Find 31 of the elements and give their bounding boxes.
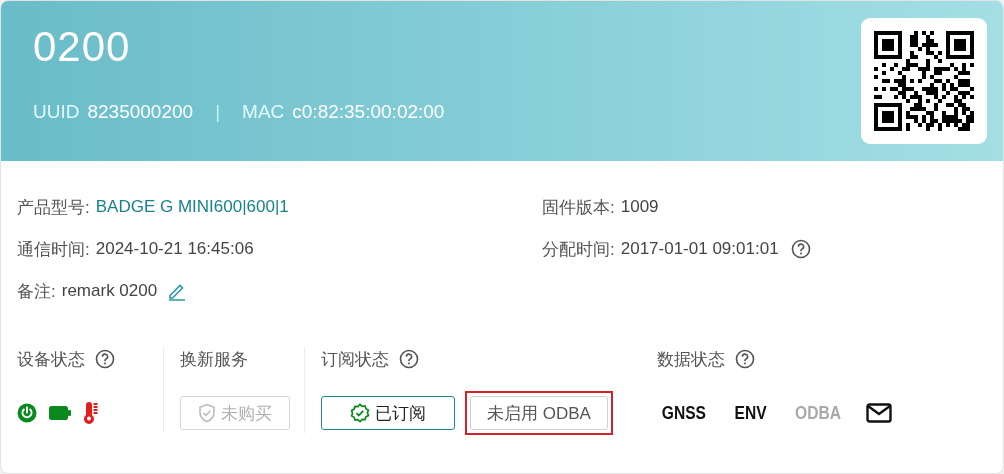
field-label: 固件版本:: [542, 196, 615, 219]
field-label: 通信时间:: [17, 238, 90, 261]
help-icon[interactable]: [95, 349, 115, 369]
help-icon[interactable]: [735, 349, 755, 369]
status-button[interactable]: 未启用 ODBA: [470, 396, 608, 430]
field-label: 备注:: [17, 280, 56, 303]
mac-value: c0:82:35:00:02:00: [292, 101, 445, 123]
data-label: GNSS: [661, 402, 706, 424]
field-value: remark 0200: [61, 281, 158, 301]
product-model-link[interactable]: BADGE G MINI600|600|1: [95, 197, 289, 217]
section-title: 换新服务: [180, 348, 248, 371]
field-label: 分配时间:: [542, 238, 615, 261]
device-title: 0200: [33, 23, 132, 71]
section-title: 订阅状态: [321, 348, 389, 371]
data-label: ENV: [734, 402, 767, 424]
status-button[interactable]: 已订阅: [321, 396, 455, 430]
separator: |: [215, 101, 221, 123]
field-value: 2017-01-01 09:01:01: [620, 239, 779, 259]
shield-icon: [198, 403, 216, 423]
help-icon[interactable]: [790, 239, 811, 259]
field-value: 2024-10-21 16:45:06: [95, 239, 254, 259]
field-label: 产品型号:: [17, 196, 90, 219]
data-label: ODBA: [794, 402, 841, 424]
uuid-label: UUID: [33, 101, 80, 123]
help-icon[interactable]: [399, 349, 419, 369]
verified-badge-icon: [350, 403, 370, 423]
field-value: 1009: [620, 197, 659, 217]
section-title: 数据状态: [657, 348, 725, 371]
uuid-value: 8235000200: [87, 101, 194, 123]
section-title: 设备状态: [17, 348, 85, 371]
mac-label: MAC: [242, 101, 285, 123]
